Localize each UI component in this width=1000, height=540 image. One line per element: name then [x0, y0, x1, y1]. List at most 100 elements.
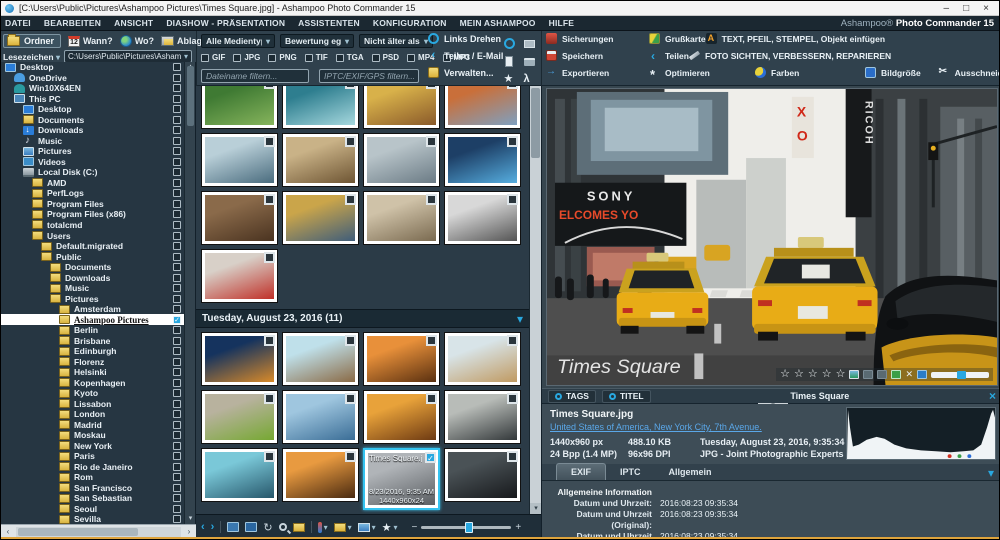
rotate-left-button[interactable]: Links Drehen — [428, 32, 503, 45]
tree-item[interactable]: Public — [1, 251, 195, 262]
tree-item-checkbox[interactable] — [173, 274, 181, 282]
tree-item-checkbox[interactable] — [173, 179, 181, 187]
tree-item[interactable]: Default.migrated — [1, 241, 195, 252]
star-dropdown[interactable]: ★▾ — [382, 521, 398, 534]
thumbnail-checkbox[interactable] — [345, 136, 356, 147]
tree-item[interactable]: Music — [1, 136, 195, 147]
fullscreen-icon[interactable]: ✕ — [905, 370, 913, 379]
toolbar-button[interactable]: TEXT, PFEIL, STEMPEL, Objekt einfügen — [706, 33, 885, 44]
tree-item-checkbox[interactable] — [173, 221, 181, 229]
blue-icon[interactable] — [917, 370, 927, 379]
filetype-checkbox[interactable]: PNG — [268, 53, 296, 62]
tree-item[interactable]: New York — [1, 441, 195, 452]
tab-allgemein[interactable]: Allgemein — [655, 464, 726, 480]
toolbar-button[interactable]: Grußkarte — [649, 33, 706, 44]
filetype-checkbox[interactable]: JPG — [233, 53, 260, 62]
tree-item-checkbox[interactable] — [173, 232, 181, 240]
tree-item-checkbox[interactable] — [173, 431, 181, 439]
thumbnail-checkbox[interactable] — [426, 194, 437, 205]
thumbnail[interactable] — [363, 332, 440, 386]
tree-item[interactable]: Program Files — [1, 199, 195, 210]
tree-item[interactable]: Edinburgh — [1, 346, 195, 357]
location-link[interactable]: United States of America, New York City,… — [550, 422, 762, 432]
tree-item-checkbox[interactable] — [173, 379, 181, 387]
tree-item-checkbox[interactable] — [173, 295, 181, 303]
tree-item-checkbox[interactable] — [173, 452, 181, 460]
tree-item[interactable]: London — [1, 409, 195, 420]
tree-item-checkbox[interactable] — [173, 137, 181, 145]
tree-item[interactable]: Kyoto — [1, 388, 195, 399]
tree-item[interactable]: Documents — [1, 115, 195, 126]
tree-item[interactable]: Users — [1, 230, 195, 241]
thumbnail[interactable]: Times Square.jp 8/23/2016, 9:35 AM 1440x… — [363, 448, 440, 510]
toolbar-button[interactable]: Farben — [755, 67, 847, 78]
tree-item-checkbox[interactable] — [173, 210, 181, 218]
thumbnail[interactable] — [363, 86, 440, 129]
filetype-checkbox[interactable]: PSD — [372, 53, 399, 62]
toolbar-button[interactable]: Sicherungen — [546, 33, 649, 44]
tree-item-checkbox[interactable] — [173, 242, 181, 250]
tree-item[interactable]: Pictures — [1, 293, 195, 304]
thumbnail[interactable] — [363, 191, 440, 245]
filetype-checkbox[interactable]: TIF — [305, 53, 328, 62]
rating-star-icon[interactable]: ☆ — [836, 369, 846, 380]
thumbnail-checkbox[interactable] — [345, 194, 356, 205]
thumbnail-checkbox[interactable] — [264, 393, 275, 404]
bookmarks-dropdown[interactable]: Lesezeichen ▾ — [3, 52, 60, 62]
rating-star-icon[interactable]: ☆ — [822, 369, 832, 380]
tree-item[interactable]: Desktop — [1, 62, 195, 73]
tree-item-checkbox[interactable] — [173, 147, 181, 155]
thumbnail-checkbox[interactable] — [264, 335, 275, 346]
tree-item-checkbox[interactable] — [173, 389, 181, 397]
tree-item[interactable]: Local Disk (C:) — [1, 167, 195, 178]
picture-dropdown[interactable]: ▾ — [358, 523, 376, 532]
tree-item-checkbox[interactable] — [173, 368, 181, 376]
manage-button[interactable]: Verwalten... — [428, 66, 503, 79]
fullscreen-image-icon[interactable] — [245, 522, 257, 532]
tree-item[interactable]: Win10X64EN — [1, 83, 195, 94]
thumbnail[interactable] — [282, 86, 359, 129]
thumbnail-checkbox[interactable] — [507, 136, 518, 147]
tree-item[interactable]: PerfLogs — [1, 188, 195, 199]
tree-item[interactable]: This PC — [1, 94, 195, 105]
person-icon[interactable]: λ — [524, 74, 535, 85]
filetype-checkbox[interactable]: TGA — [336, 53, 364, 62]
collapse-group-icon[interactable]: ▾ — [517, 312, 523, 326]
tree-item[interactable]: Moskau — [1, 430, 195, 441]
rating-star-icon[interactable]: ☆ — [780, 369, 790, 380]
gray-icon[interactable] — [863, 370, 873, 379]
toolbar-button[interactable]: FOTO SICHTEN, VERBESSERN, REPARIEREN — [689, 50, 891, 61]
zoom-slider[interactable]: −+ — [412, 522, 522, 533]
menu-item[interactable]: MEIN ASHAMPOO — [460, 18, 536, 28]
tree-item[interactable]: Rom — [1, 472, 195, 483]
thumbnail-checkbox[interactable] — [507, 451, 518, 462]
tree-item-checkbox[interactable] — [173, 326, 181, 334]
tree-item-checkbox[interactable] — [173, 305, 181, 313]
toolbar-button[interactable]: Teilen — [649, 50, 689, 61]
toolbar-button[interactable]: Optimieren — [649, 67, 737, 78]
tree-item[interactable]: Videos — [1, 157, 195, 168]
filter-dropdown[interactable]: Alle Medientypen▾ — [201, 34, 275, 48]
tree-item[interactable]: Documents — [1, 262, 195, 273]
rotate-icon[interactable]: ↻ — [263, 521, 272, 534]
tree-item-checkbox[interactable] — [173, 410, 181, 418]
tree-item[interactable]: Pictures — [1, 146, 195, 157]
menu-item[interactable]: BEARBEITEN — [44, 18, 101, 28]
rating-star-icon[interactable]: ☆ — [808, 369, 818, 380]
thumbnail[interactable] — [201, 390, 278, 444]
picture-icon[interactable] — [849, 370, 859, 379]
thumbnail[interactable] — [444, 390, 521, 444]
thumbnail[interactable] — [201, 249, 278, 303]
tree-item-checkbox[interactable] — [173, 253, 181, 261]
maximize-button[interactable]: □ — [963, 2, 969, 15]
monitor-icon[interactable] — [524, 40, 535, 48]
slider-handle[interactable] — [465, 522, 473, 533]
tree-item[interactable]: Rio de Janeiro — [1, 462, 195, 473]
thumbnail[interactable] — [444, 86, 521, 129]
menu-item[interactable]: DATEI — [5, 18, 31, 28]
thumbnail[interactable] — [282, 191, 359, 245]
tree-item[interactable]: Lissabon — [1, 399, 195, 410]
folder-dropdown[interactable]: ▾ — [334, 523, 352, 532]
toolbar-button[interactable]: Speichern — [546, 50, 649, 61]
tree-item[interactable]: Sevilla — [1, 514, 195, 524]
